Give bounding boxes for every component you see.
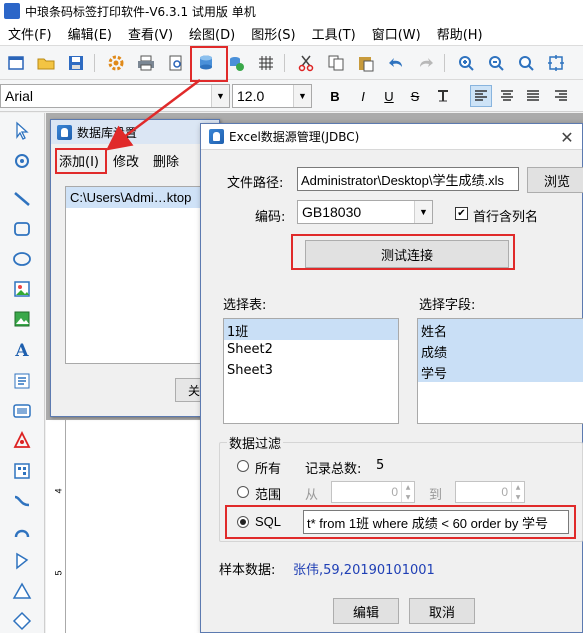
- annotation-arrow: [106, 79, 201, 151]
